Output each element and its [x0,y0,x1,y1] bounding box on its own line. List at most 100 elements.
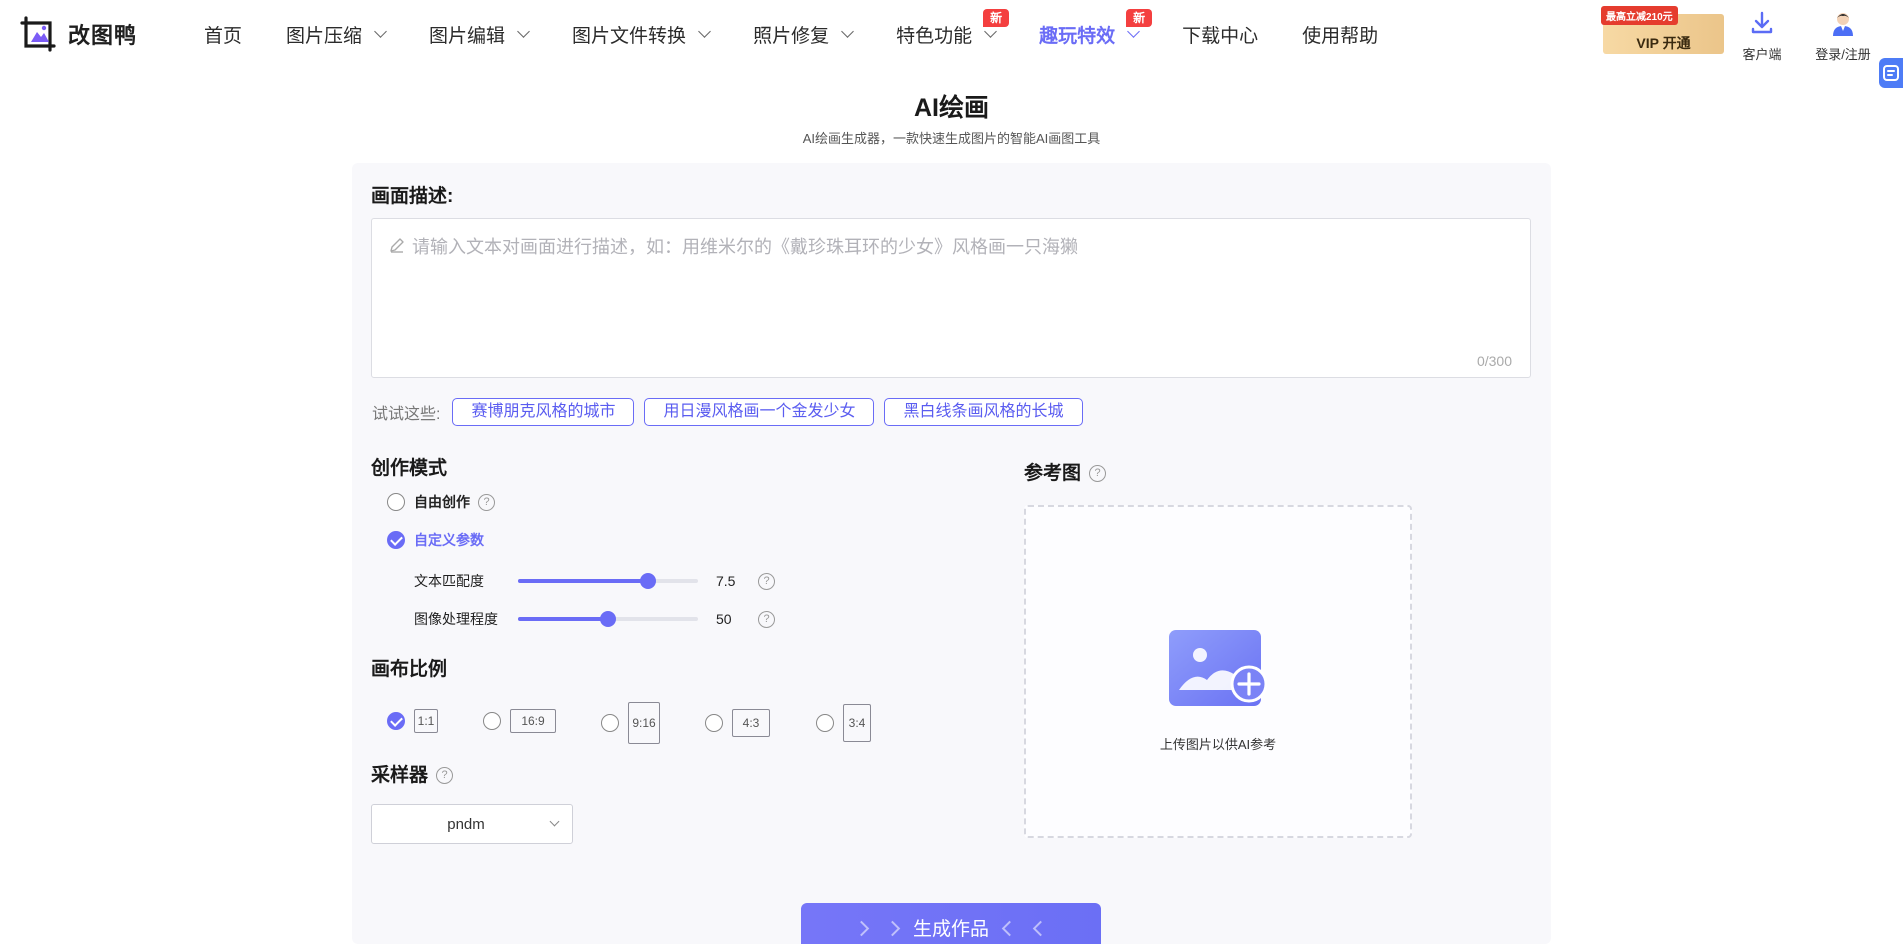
chevron-left-icon [1002,920,1018,937]
page-subtitle: AI绘画生成器，一款快速生成图片的智能AI画图工具 [802,131,1101,146]
nav-image-edit[interactable]: 图片编辑 [429,0,530,68]
generate-label: 生成作品 [912,919,989,940]
prompt-char-counter: 0/300 [1476,353,1512,369]
nav-label: 使用帮助 [1302,25,1379,47]
nav-download-center[interactable]: 下载中心 [1182,0,1258,68]
help-icon[interactable]: ? [758,610,775,628]
slider-label: 文本匹配度 [414,573,484,589]
chevron-left-icon [1033,920,1049,937]
nav-photo-repair[interactable]: 照片修复 [753,0,854,68]
avatar-icon [1830,13,1856,40]
logo[interactable]: 改图鸭 [20,16,137,52]
ratio-1-1-radio[interactable]: 1:1 [387,709,438,733]
radio-label: 自定义参数 [414,532,484,548]
sampler-selected-value: pndm [447,816,485,833]
reference-title: 参考图 [1024,463,1082,484]
nav-label: 照片修复 [753,25,830,47]
nav-label: 首页 [204,25,243,47]
vip-discount-badge: 最高立减210元 [1601,6,1678,25]
mode-heading: 创作模式 [371,458,448,479]
ai-drawing-panel: 画面描述: 0/300 试试这些: 赛博朋克风格的城市 用日漫风格画一个金发少女… [352,163,1551,944]
sampler-title: 采样器 [371,765,429,786]
suggestion-chip[interactable]: 用日漫风格画一个金发少女 [644,397,875,426]
nav-home[interactable]: 首页 [204,0,242,68]
chevron-down-icon [698,25,711,38]
help-icon[interactable]: ? [436,767,454,785]
help-icon[interactable]: ? [1089,465,1107,483]
radio-circle [601,714,619,732]
nav-label: 特色功能 [896,25,973,47]
radio-circle [816,714,834,732]
ratio-label: 3:4 [843,704,871,742]
nav-label: 趣玩特效 [1039,25,1116,47]
chevron-down-icon [841,25,854,38]
ratio-3-4-radio[interactable]: 3:4 [816,704,871,742]
vip-button[interactable]: 最高立减210元 VIP 开通 [1601,6,1724,54]
slider-value: 50 [716,611,732,627]
slider-value: 7.5 [716,573,736,589]
help-icon[interactable]: ? [758,572,775,590]
client-label: 客户端 [1742,47,1782,62]
logo-icon [20,16,56,52]
suggestion-chip[interactable]: 黑白线条画风格的长城 [884,397,1083,426]
nav-features[interactable]: 特色功能新 [896,0,1010,68]
chevron-down-icon [984,25,997,38]
radio-circle [705,714,723,732]
login-label: 登录/注册 [1815,47,1871,62]
new-badge: 新 [1126,9,1153,27]
radio-circle [483,712,501,730]
reference-heading: 参考图? [1024,458,1107,485]
image-upload-icon [1167,628,1268,712]
ratio-label: 1:1 [414,709,438,733]
nav-label: 图片压缩 [286,25,363,47]
ratio-16-9-radio[interactable]: 16:9 [483,709,556,733]
chevron-down-icon [517,25,530,38]
nav-fun-effects[interactable]: 趣玩特效新 [1039,0,1153,68]
ratio-heading: 画布比例 [371,659,448,680]
generate-button[interactable]: 生成作品 [801,903,1101,944]
image-processing-slider[interactable] [518,611,698,627]
ratio-4-3-radio[interactable]: 4:3 [705,709,770,737]
sampler-select[interactable]: pndm [371,804,573,844]
ratio-9-16-radio[interactable]: 9:16 [601,702,660,744]
prompt-heading: 画面描述: [371,186,454,207]
client-download-button[interactable]: 客户端 [1727,10,1797,63]
chevron-down-icon [374,25,387,38]
nav-image-compress[interactable]: 图片压缩 [286,0,387,68]
floating-side-button[interactable] [1879,58,1903,88]
mode-custom-radio[interactable]: 自定义参数 [387,530,484,550]
new-badge: 新 [983,9,1010,27]
login-button[interactable]: 登录/注册 [1808,10,1878,63]
prompt-input[interactable] [372,219,1530,377]
try-suggestions: 试试这些: 赛博朋克风格的城市 用日漫风格画一个金发少女 黑白线条画风格的长城 [372,397,1093,426]
radio-circle [387,712,405,730]
chevron-right-icon [853,920,869,937]
sampler-heading: 采样器? [371,760,454,787]
prompt-field[interactable]: 0/300 [371,218,1531,378]
ratio-label: 9:16 [628,702,660,744]
top-header: 改图鸭 首页 图片压缩 图片编辑 图片文件转换 照片修复 特色功能新 趣玩特效新… [0,0,1903,88]
suggestion-chip[interactable]: 赛博朋克风格的城市 [452,397,635,426]
slider-label: 图像处理程度 [414,611,498,627]
logo-text: 改图鸭 [68,23,138,48]
main-nav: 首页 图片压缩 图片编辑 图片文件转换 照片修复 特色功能新 趣玩特效新 下载中… [204,0,1422,68]
text-match-slider[interactable] [518,573,698,589]
nav-help[interactable]: 使用帮助 [1302,0,1378,68]
nav-label: 图片编辑 [429,25,506,47]
slider-thumb[interactable] [600,611,616,627]
radio-label: 自由创作 [414,494,470,510]
ratio-label: 4:3 [732,709,770,737]
nav-label: 下载中心 [1182,25,1259,47]
nav-file-convert[interactable]: 图片文件转换 [572,0,711,68]
mode-free-radio[interactable]: 自由创作 ? [387,492,495,512]
help-icon[interactable]: ? [478,493,495,511]
slider-fill [518,617,608,621]
page-title: AI绘画 [913,94,989,122]
try-label: 试试这些: [372,405,441,423]
chevron-right-icon [884,920,900,937]
chevron-down-icon [1127,25,1140,38]
download-icon [1749,11,1775,40]
upload-hint: 上传图片以供AI参考 [1159,737,1277,752]
slider-thumb[interactable] [639,573,656,589]
reference-upload-area[interactable]: 上传图片以供AI参考 [1024,505,1412,838]
